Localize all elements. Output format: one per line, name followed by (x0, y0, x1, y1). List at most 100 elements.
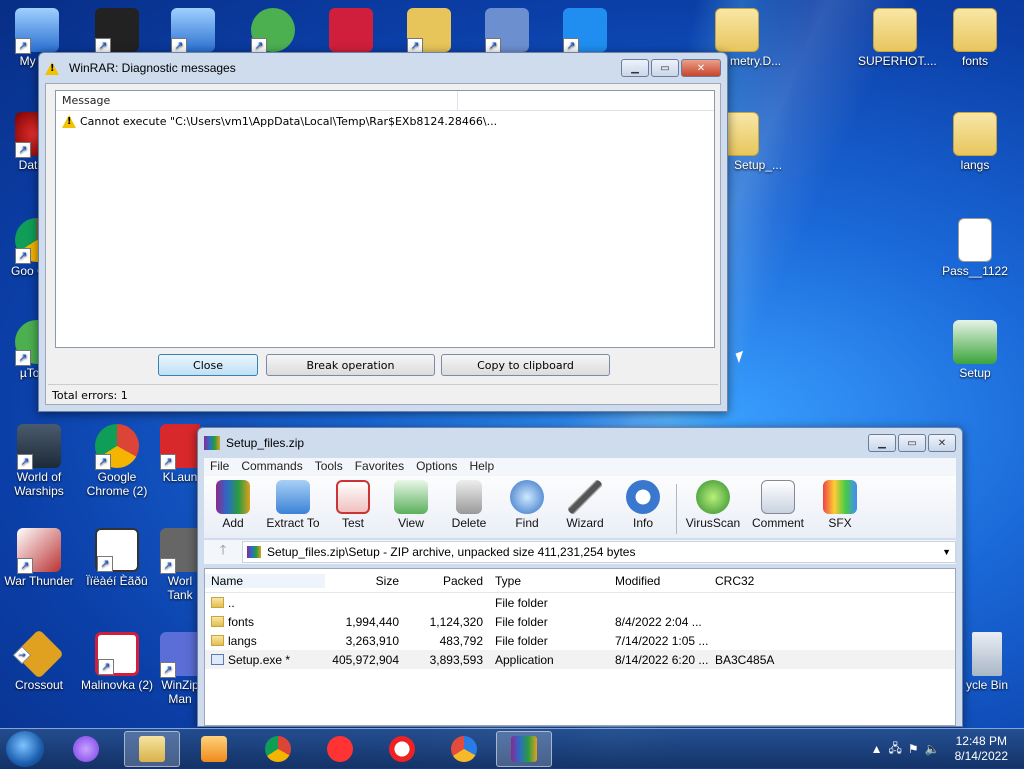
desktop-icon-tanks[interactable]: Worl Tank (160, 528, 200, 602)
desktop-icon-top-2[interactable] (80, 8, 154, 54)
volume-icon[interactable]: 🔈 (925, 742, 940, 756)
column-header-crc32[interactable]: CRC32 (709, 574, 789, 588)
menu-tools[interactable]: Tools (309, 458, 349, 476)
desktop-icon-top-3[interactable] (156, 8, 230, 54)
tool-label: Info (632, 516, 653, 530)
desktop-icon-malinovka[interactable]: Malinovka (2) (80, 632, 154, 692)
minimize-button[interactable]: ▁ (868, 434, 896, 452)
desktop-icon-pass-file[interactable]: Pass__1122 (938, 218, 1012, 278)
desktop-icon-top-4[interactable] (236, 8, 310, 54)
column-header-size[interactable]: Size (325, 574, 405, 588)
view-button[interactable]: View (382, 480, 440, 538)
system-tray: ▲ 🖧 ⚑ 🔈 12:48 PM 8/14/2022 (868, 729, 1024, 769)
taskbar-yandex-browser[interactable] (312, 731, 368, 767)
close-window-button[interactable]: ✕ (681, 59, 721, 77)
sfx-button[interactable]: SFX (811, 480, 869, 538)
desktop-icon-label: Malinovka (2) (80, 678, 154, 692)
desktop-icon-top-5[interactable] (314, 8, 388, 54)
diag-body: Message Cannot execute "C:\Users\vm1\App… (45, 83, 721, 405)
desktop-icon-winzip[interactable]: WinZip Man (160, 632, 200, 706)
copy-to-clipboard-button[interactable]: Copy to clipboard (441, 354, 610, 376)
table-row[interactable]: Setup.exe * 405,972,904 3,893,593 Applic… (205, 650, 955, 669)
crossout-icon (14, 629, 64, 679)
virusscan-button[interactable]: VirusScan (681, 480, 745, 538)
menu-commands[interactable]: Commands (235, 458, 308, 476)
desktop-icon-setup-exe[interactable]: Setup (938, 320, 1012, 380)
chevron-down-icon[interactable]: ▼ (942, 547, 951, 557)
menu-options[interactable]: Options (410, 458, 463, 476)
file-packed-cell: 3,893,593 (429, 652, 483, 667)
desktop-icon-top-6[interactable] (392, 8, 466, 54)
desktop-icon-langs-folder[interactable]: langs (938, 112, 1012, 172)
sfx-box-icon (823, 480, 857, 514)
chrome-icon (265, 736, 291, 762)
taskbar-yandex[interactable] (374, 731, 430, 767)
desktop-icon-warships[interactable]: World of Warships (2, 424, 76, 498)
taskbar-explorer[interactable] (124, 731, 180, 767)
find-button[interactable]: Find (498, 480, 556, 538)
maximize-button[interactable]: ▭ (898, 434, 926, 452)
start-button[interactable] (6, 731, 44, 767)
taskbar-chromium[interactable] (436, 731, 492, 767)
message-list[interactable]: Message Cannot execute "C:\Users\vm1\App… (55, 90, 715, 348)
message-row[interactable]: Cannot execute "C:\Users\vm1\AppData\Loc… (56, 111, 714, 131)
desktop-icon-warthunder[interactable]: War Thunder (2, 528, 76, 588)
menu-help[interactable]: Help (463, 458, 500, 476)
file-modified-cell: 8/14/2022 6:20 ... (615, 652, 709, 667)
wizard-button[interactable]: Wizard (556, 480, 614, 538)
taskbar-chrome[interactable] (250, 731, 306, 767)
clock[interactable]: 12:48 PM 8/14/2022 (955, 734, 1008, 764)
action-center-flag-icon[interactable]: ⚑ (908, 742, 919, 756)
tool-label: Add (222, 516, 244, 530)
close-button[interactable]: Close (158, 354, 258, 376)
network-icon[interactable]: 🖧 (889, 739, 902, 760)
desktop-icon-crossout[interactable]: Crossout (2, 629, 76, 692)
up-arrow-icon[interactable]: 🡑 (204, 541, 242, 563)
desktop-icon-klauncher[interactable]: KLaun (160, 424, 200, 484)
file-packed-cell: 483,792 (439, 633, 483, 648)
table-row[interactable]: .. File folder (205, 593, 955, 612)
close-window-button[interactable]: ✕ (928, 434, 956, 452)
minimize-button[interactable]: ▁ (621, 59, 649, 77)
virus-icon (696, 480, 730, 514)
column-header-message[interactable]: Message (56, 91, 458, 110)
add-button[interactable]: Add (204, 480, 262, 538)
path-field[interactable]: Setup_files.zip\Setup - ZIP archive, unp… (242, 541, 956, 563)
show-hidden-icons-icon[interactable]: ▲ (871, 742, 883, 756)
taskbar-alice[interactable] (58, 731, 114, 767)
extract-folder-icon (276, 480, 310, 514)
computer-icon (15, 8, 59, 54)
column-header-packed[interactable]: Packed (405, 574, 489, 588)
desktop-icon-top-7[interactable] (470, 8, 544, 54)
wand-icon (568, 480, 602, 514)
table-row[interactable]: langs 3,263,910 483,792 File folder 7/14… (205, 631, 955, 650)
desktop-icon-top-8[interactable] (548, 8, 622, 54)
menu-file[interactable]: File (204, 458, 235, 476)
column-header-type[interactable]: Type (489, 574, 609, 588)
desktop-icon-superhot-folder[interactable]: SUPERHOT.... (858, 8, 937, 68)
extract-to-button[interactable]: Extract To (262, 480, 324, 538)
taskbar-media-player[interactable] (186, 731, 242, 767)
winzip-icon (160, 632, 200, 678)
media-player-icon (201, 736, 227, 762)
desktop-icon-label: WinZip Man (161, 678, 199, 706)
rar-window-controls: ▁ ▭ ✕ (868, 434, 956, 452)
archive-icon (407, 8, 451, 54)
desktop-icon-chrome-2[interactable]: Google Chrome (2) (80, 424, 154, 498)
menu-favorites[interactable]: Favorites (349, 458, 410, 476)
tool-label: Delete (451, 516, 487, 530)
column-header-name[interactable]: Name (205, 573, 325, 588)
column-header-modified[interactable]: Modified (609, 574, 709, 588)
delete-button[interactable]: Delete (440, 480, 498, 538)
taskbar-winrar[interactable] (496, 731, 552, 767)
test-button[interactable]: Test (324, 480, 382, 538)
rar-titlebar[interactable]: Setup_files.zip (198, 428, 962, 458)
maximize-button[interactable]: ▭ (651, 59, 679, 77)
break-operation-button[interactable]: Break operation (266, 354, 435, 376)
info-button[interactable]: Info (614, 480, 672, 538)
desktop-icon-fonts-folder[interactable]: fonts (938, 8, 1012, 68)
table-row[interactable]: fonts 1,994,440 1,124,320 File folder 8/… (205, 612, 955, 631)
path-bar: 🡑 Setup_files.zip\Setup - ZIP archive, u… (204, 540, 956, 564)
comment-button[interactable]: Comment (745, 480, 811, 538)
desktop-icon-games[interactable]: Ïïëàéí Èãðû (80, 528, 154, 588)
